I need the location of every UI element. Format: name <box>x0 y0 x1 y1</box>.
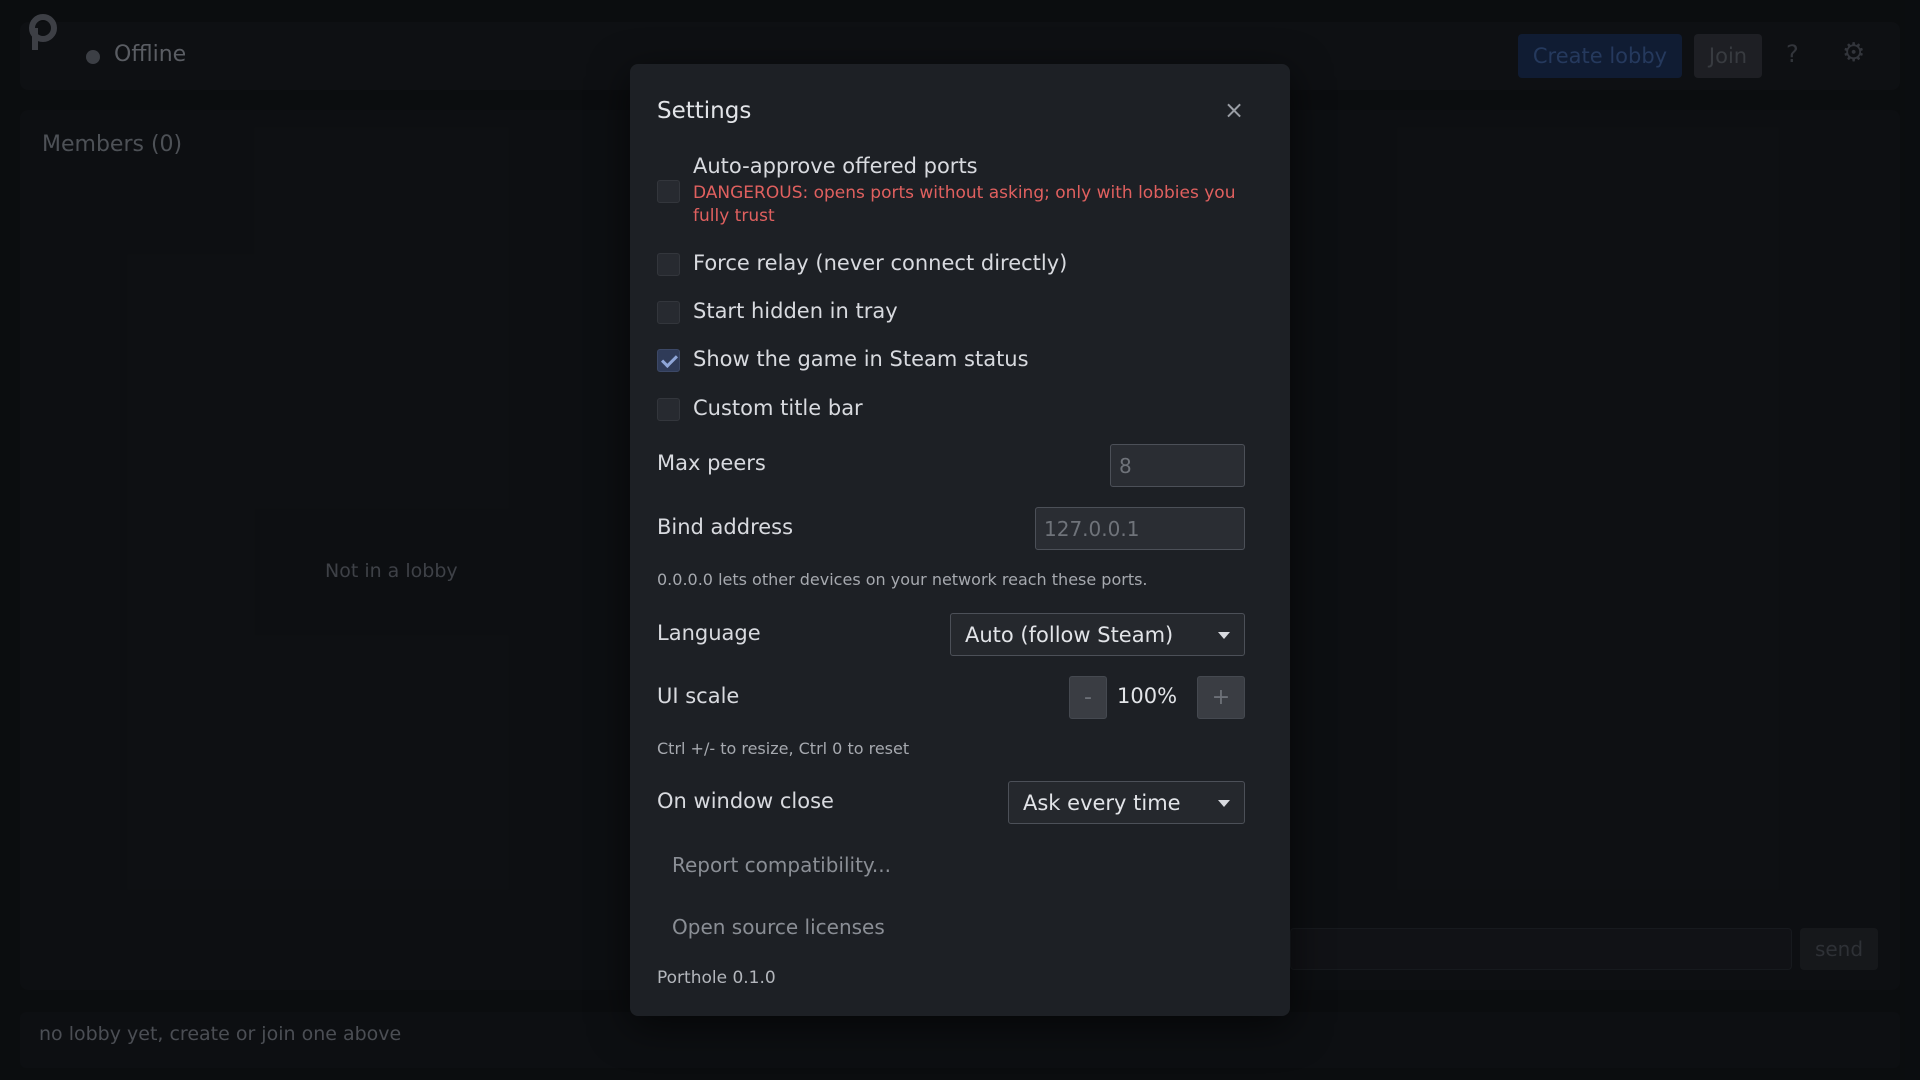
language-label: Language <box>657 621 761 645</box>
scale-decrease-button[interactable]: - <box>1069 676 1107 719</box>
scale-increase-button[interactable]: + <box>1197 676 1245 719</box>
start-hidden-label: Start hidden in tray <box>693 299 898 323</box>
auto-approve-checkbox[interactable] <box>657 180 680 203</box>
on-close-select[interactable]: Ask every time <box>1008 781 1245 824</box>
danger-warning: DANGEROUS: opens ports without asking; o… <box>693 183 1236 226</box>
on-close-label: On window close <box>657 789 834 813</box>
report-compatibility-button[interactable]: Report compatibility... <box>672 853 891 877</box>
steam-status-label: Show the game in Steam status <box>693 347 1029 371</box>
scale-value: 100% <box>1117 684 1178 708</box>
force-relay-checkbox[interactable] <box>657 253 680 276</box>
force-relay-label: Force relay (never connect directly) <box>693 251 1068 275</box>
language-value: Auto (follow Steam) <box>965 622 1174 647</box>
start-hidden-checkbox[interactable] <box>657 301 680 324</box>
close-icon[interactable]: × <box>1224 98 1244 122</box>
max-peers-label: Max peers <box>657 451 766 475</box>
chevron-down-icon <box>1218 800 1230 807</box>
bind-address-hint: 0.0.0.0 lets other devices on your netwo… <box>657 570 1148 589</box>
custom-titlebar-label: Custom title bar <box>693 396 863 420</box>
ui-scale-hint: Ctrl +/- to resize, Ctrl 0 to reset <box>657 739 910 758</box>
bind-address-input[interactable] <box>1035 507 1245 550</box>
max-peers-input[interactable] <box>1110 444 1245 487</box>
settings-dialog: Settings × Auto-approve offered ports DA… <box>630 64 1290 1016</box>
language-select[interactable]: Auto (follow Steam) <box>950 613 1245 656</box>
custom-titlebar-checkbox[interactable] <box>657 398 680 421</box>
bind-address-label: Bind address <box>657 515 794 539</box>
ui-scale-label: UI scale <box>657 684 740 708</box>
auto-approve-label: Auto-approve offered ports <box>693 154 978 178</box>
on-close-value: Ask every time <box>1023 790 1181 815</box>
app-version: Porthole 0.1.0 <box>657 968 776 988</box>
dialog-title: Settings <box>657 98 752 124</box>
open-source-licenses-button[interactable]: Open source licenses <box>672 915 885 939</box>
chevron-down-icon <box>1218 632 1230 639</box>
steam-status-checkbox[interactable] <box>657 349 680 372</box>
